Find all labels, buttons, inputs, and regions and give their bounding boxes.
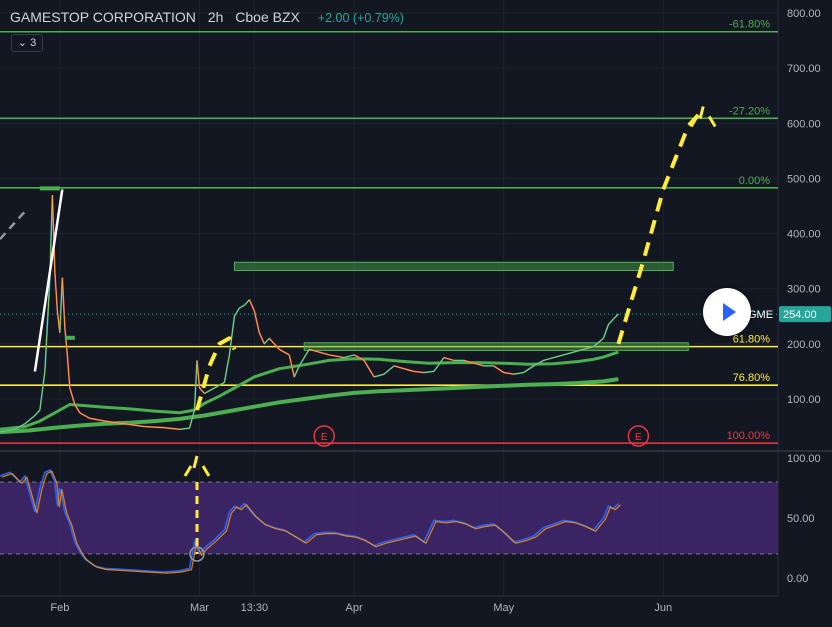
chevron-down-icon: ⌄ (17, 37, 28, 49)
resistance-zone (303, 342, 689, 351)
interval-label[interactable]: 2h (208, 9, 224, 25)
price-tick-label: 400.00 (787, 229, 821, 241)
fib-level-label: 76.80% (733, 372, 771, 384)
last-price-value: 254.00 (783, 309, 817, 321)
time-tick-label: Jun (654, 602, 672, 614)
time-tick-label: Mar (190, 602, 209, 614)
fib-level-label: 0.00% (739, 175, 770, 187)
time-tick-label: Feb (50, 602, 69, 614)
price-tick-label: 600.00 (787, 118, 821, 130)
symbol-name[interactable]: GAMESTOP CORPORATION (10, 9, 196, 25)
play-button[interactable] (703, 288, 751, 336)
price-tick-label: 500.00 (787, 173, 821, 185)
time-tick-label: May (493, 602, 514, 614)
price-tick-label: 800.00 (787, 8, 821, 20)
rsi-tick-label: 0.00 (787, 573, 808, 585)
rsi-tick-label: 100.00 (787, 453, 821, 465)
earnings-marker-label: E (635, 432, 642, 443)
price-tick-label: 700.00 (787, 63, 821, 75)
resistance-zone (233, 261, 674, 272)
time-tick-label: 13:30 (241, 602, 269, 614)
fib-level-label: 100.00% (727, 430, 771, 442)
indicator-count: 3 (30, 37, 37, 49)
rsi-band (0, 482, 778, 554)
price-tick-label: 200.00 (787, 339, 821, 351)
price-tick-label: 300.00 (787, 284, 821, 296)
rsi-tick-label: 50.00 (787, 513, 815, 525)
earnings-marker-label: E (321, 432, 328, 443)
fib-level-label: -27.20% (729, 105, 770, 117)
price-change: +2.00 (+0.79%) (317, 11, 404, 25)
indicator-toggle-button[interactable]: ⌄ 3 (11, 34, 43, 52)
play-icon (723, 303, 736, 321)
symbol-badge-text: GME (748, 309, 773, 321)
chart-header: GAMESTOP CORPORATION 2h Cboe BZX +2.00 (… (10, 9, 404, 25)
chart-canvas[interactable]: 800.00 700.00 600.00 500.00 400.00 300.00 200.… (0, 0, 832, 622)
exchange-label: Cboe BZX (235, 9, 300, 25)
time-tick-label: Apr (346, 602, 363, 614)
fib-level-label: -61.80% (729, 19, 770, 31)
price-tick-label: 100.00 (787, 394, 821, 406)
